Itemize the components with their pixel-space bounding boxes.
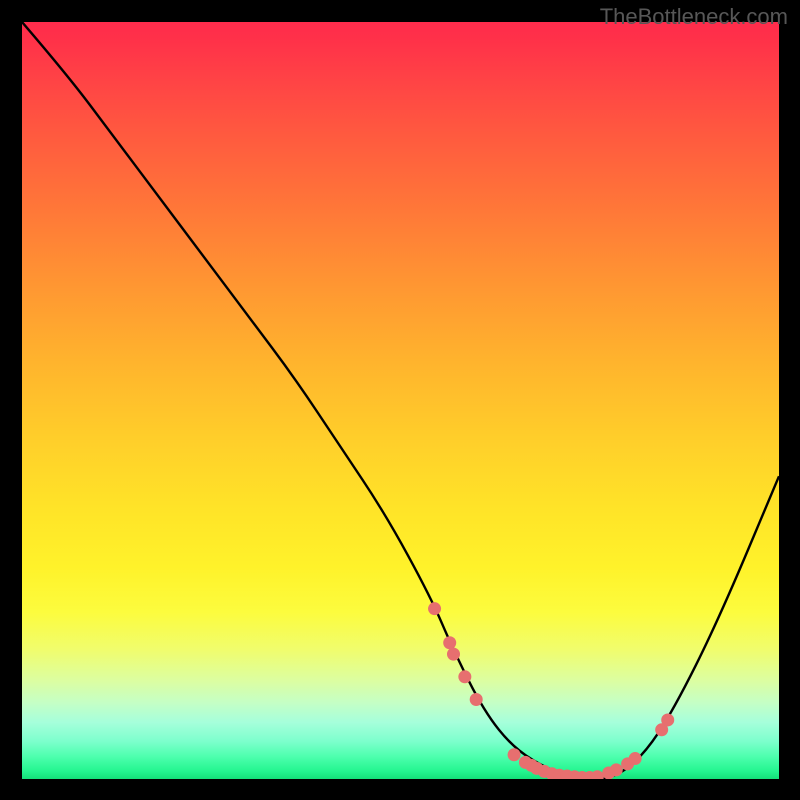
data-marker [508, 748, 521, 761]
curve-line [22, 22, 779, 779]
data-marker [447, 648, 460, 661]
data-marker [428, 602, 441, 615]
watermark-text: TheBottleneck.com [600, 4, 788, 30]
data-marker [458, 670, 471, 683]
curve-markers [428, 602, 674, 779]
chart-plot-area [22, 22, 779, 779]
chart-svg [22, 22, 779, 779]
data-marker [591, 770, 604, 779]
data-marker [470, 693, 483, 706]
data-marker [629, 752, 642, 765]
data-marker [661, 713, 674, 726]
data-marker [610, 763, 623, 776]
data-marker [443, 636, 456, 649]
